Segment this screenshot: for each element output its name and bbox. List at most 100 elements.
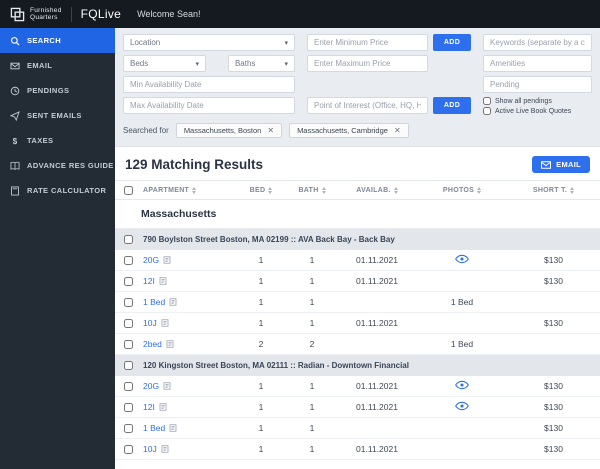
unit-info-icon[interactable] bbox=[163, 256, 171, 264]
unit-link[interactable]: 2bed bbox=[143, 339, 162, 349]
select-all-checkbox[interactable] bbox=[123, 185, 133, 195]
sidebar-item-email[interactable]: EMAIL bbox=[0, 53, 115, 78]
unit-link[interactable]: 20G bbox=[143, 381, 159, 391]
search-tag-text: Massachusetts, Boston bbox=[183, 126, 262, 135]
search-tag[interactable]: Massachusetts, Boston ✕ bbox=[175, 123, 283, 138]
results-header: 129 Matching Results EMAIL bbox=[115, 147, 600, 180]
unit-link[interactable]: 20G bbox=[143, 255, 159, 265]
max-availability-date-input[interactable] bbox=[123, 97, 295, 114]
short-term-price: $130 bbox=[544, 381, 563, 391]
photos-eye-icon[interactable] bbox=[455, 254, 469, 266]
search-filters-panel: Location ▾ Beds ▾ Baths ▾ Min Availabili… bbox=[115, 28, 600, 119]
search-icon bbox=[11, 36, 20, 45]
photos-eye-icon[interactable] bbox=[455, 380, 469, 392]
baths-select[interactable]: Baths ▾ bbox=[227, 55, 295, 72]
bed-count: 1 bbox=[258, 402, 264, 412]
active-live-book-quotes-checkbox[interactable] bbox=[483, 107, 491, 115]
bath-count: 2 bbox=[309, 339, 315, 349]
amenities-input[interactable] bbox=[483, 55, 592, 72]
sidebar-item-search[interactable]: SEARCH bbox=[0, 28, 115, 53]
short-term-price: $130 bbox=[544, 402, 563, 412]
sort-icon bbox=[268, 186, 273, 194]
sidebar-item-advance-res-guide[interactable]: ADVANCE RES GUIDE bbox=[0, 153, 115, 178]
location-select[interactable]: Location ▾ bbox=[123, 34, 295, 51]
email-button-label: EMAIL bbox=[556, 160, 581, 169]
unit-link[interactable]: 12I bbox=[143, 402, 155, 412]
add-price-button[interactable]: ADD bbox=[433, 34, 471, 51]
building-header-row[interactable]: 120 Kingston Street Boston, MA 02111 :: … bbox=[115, 355, 600, 376]
pending-input[interactable] bbox=[483, 76, 592, 93]
row-checkbox[interactable] bbox=[123, 381, 133, 391]
sidebar-item-taxes[interactable]: $ TAXES bbox=[0, 128, 115, 153]
results-count-title: 129 Matching Results bbox=[125, 157, 264, 172]
available-date: 01.11.2021 bbox=[356, 402, 398, 412]
available-date: 01.11.2021 bbox=[356, 381, 398, 391]
row-checkbox[interactable] bbox=[123, 297, 133, 307]
min-availability-date-input[interactable] bbox=[123, 76, 295, 93]
sidebar-item-label: SEARCH bbox=[27, 36, 62, 45]
svg-text:$: $ bbox=[13, 136, 18, 145]
column-header-photos[interactable]: PHOTOS bbox=[417, 186, 507, 194]
max-price-input[interactable] bbox=[307, 55, 428, 72]
remove-tag-icon[interactable]: ✕ bbox=[267, 126, 274, 135]
column-header-bath[interactable]: BATH bbox=[287, 186, 337, 194]
sidebar-item-sent-emails[interactable]: SENT EMAILS bbox=[0, 103, 115, 128]
photos-eye-icon[interactable] bbox=[455, 401, 469, 413]
unit-link[interactable]: 10J bbox=[143, 444, 157, 454]
main-content: Location ▾ Beds ▾ Baths ▾ Min Availabili… bbox=[115, 28, 600, 469]
show-all-pendings-checkbox[interactable] bbox=[483, 97, 491, 105]
bed-count: 1 bbox=[258, 276, 264, 286]
unit-link[interactable]: 1 Bed bbox=[143, 423, 165, 433]
min-price-input[interactable] bbox=[307, 34, 428, 51]
row-checkbox[interactable] bbox=[123, 276, 133, 286]
row-checkbox[interactable] bbox=[123, 339, 133, 349]
row-checkbox[interactable] bbox=[123, 318, 133, 328]
table-row: 2bed 2 2 1 Bed bbox=[115, 334, 600, 355]
row-checkbox[interactable] bbox=[123, 444, 133, 454]
building-header-row[interactable]: 790 Boylston Street Boston, MA 02199 :: … bbox=[115, 229, 600, 250]
unit-info-icon[interactable] bbox=[166, 340, 174, 348]
table-row: 1 Bed 1 1 $130 bbox=[115, 418, 600, 439]
point-of-interest-input[interactable] bbox=[307, 97, 428, 114]
unit-info-icon[interactable] bbox=[169, 298, 177, 306]
add-poi-button[interactable]: ADD bbox=[433, 97, 471, 114]
unit-info-icon[interactable] bbox=[159, 277, 167, 285]
photos-cell: 1 Bed bbox=[450, 297, 474, 307]
table-header-row: APARTMENT BED BATH AVAILAB. PHOTOS SHORT… bbox=[115, 180, 600, 200]
unit-link[interactable]: 1 Bed bbox=[143, 297, 165, 307]
unit-link[interactable]: 12I bbox=[143, 276, 155, 286]
unit-info-icon[interactable] bbox=[161, 445, 169, 453]
row-checkbox[interactable] bbox=[123, 402, 133, 412]
row-checkbox[interactable] bbox=[123, 423, 133, 433]
keywords-input[interactable] bbox=[483, 34, 592, 51]
unit-link[interactable]: 10J bbox=[143, 318, 157, 328]
bed-count: 1 bbox=[258, 423, 264, 433]
column-label: APARTMENT bbox=[143, 186, 190, 194]
unit-info-icon[interactable] bbox=[161, 319, 169, 327]
baths-select-value: Baths bbox=[234, 59, 256, 68]
chevron-down-icon: ▾ bbox=[284, 39, 288, 47]
unit-info-icon[interactable] bbox=[163, 382, 171, 390]
unit-info-icon[interactable] bbox=[159, 403, 167, 411]
column-header-available[interactable]: AVAILAB. bbox=[337, 186, 417, 194]
email-results-button[interactable]: EMAIL bbox=[532, 156, 590, 173]
sidebar-item-pendings[interactable]: PENDINGS bbox=[0, 78, 115, 103]
available-date: 01.11.2021 bbox=[356, 444, 398, 454]
beds-select[interactable]: Beds ▾ bbox=[123, 55, 206, 72]
building-checkbox[interactable] bbox=[123, 235, 133, 244]
search-tag[interactable]: Massachusetts, Cambridge ✕ bbox=[289, 123, 409, 138]
column-header-apartment[interactable]: APARTMENT bbox=[141, 186, 235, 194]
top-bar: Furnished Quarters FQLive Welcome Sean! bbox=[0, 0, 600, 28]
unit-info-icon[interactable] bbox=[169, 424, 177, 432]
building-checkbox[interactable] bbox=[123, 361, 133, 370]
row-checkbox[interactable] bbox=[123, 255, 133, 265]
building-name: 120 Kingston Street Boston, MA 02111 :: … bbox=[143, 361, 409, 370]
sidebar-item-rate-calculator[interactable]: RATE CALCULATOR bbox=[0, 178, 115, 203]
column-header-bed[interactable]: BED bbox=[235, 186, 287, 194]
sort-icon bbox=[321, 186, 326, 194]
column-label: BED bbox=[249, 186, 266, 194]
column-header-short-term[interactable]: SHORT T. bbox=[507, 186, 600, 194]
table-row: 12I 1 1 01.11.2021 $130 bbox=[115, 271, 600, 292]
remove-tag-icon[interactable]: ✕ bbox=[394, 126, 401, 135]
brand-logo[interactable]: Furnished Quarters bbox=[10, 7, 62, 22]
